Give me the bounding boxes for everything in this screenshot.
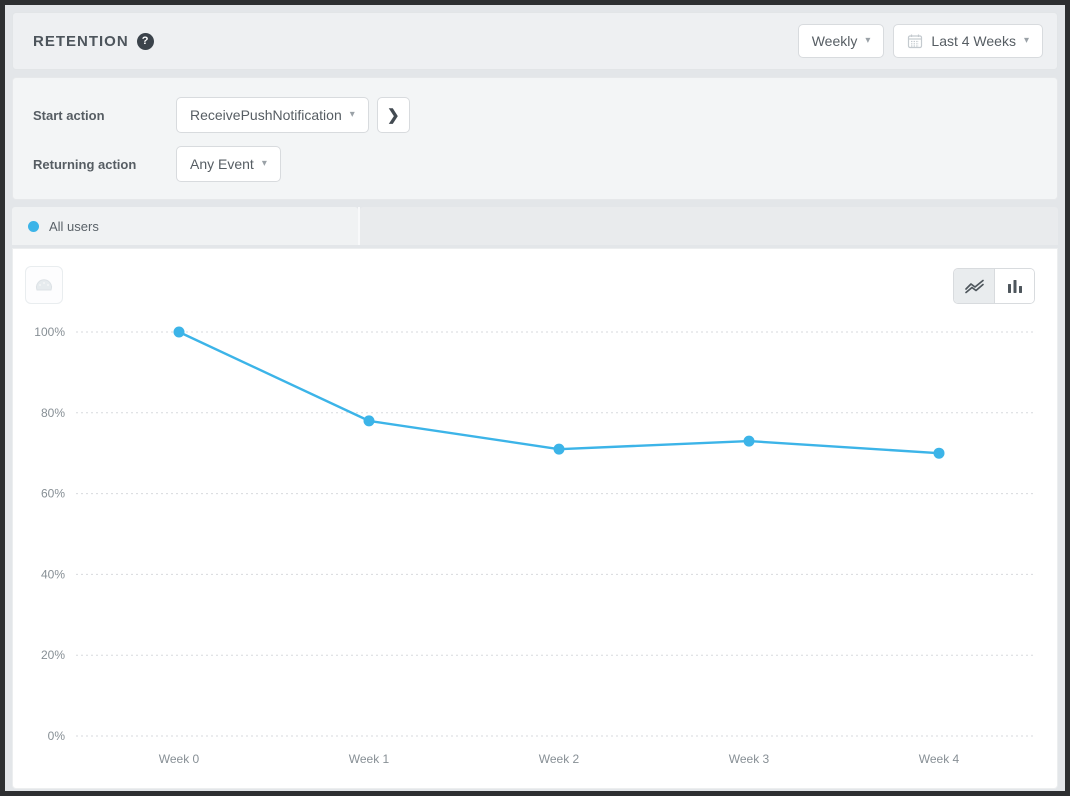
retention-report-window: RETENTION ? Weekly ▾ Last 4 Weeks ▾ Star… <box>0 0 1070 796</box>
data-point-week-0[interactable] <box>174 327 185 338</box>
bar-chart-icon <box>1007 278 1023 294</box>
returning-action-dropdown[interactable]: Any Event ▾ <box>176 146 281 182</box>
tab-all-users[interactable]: All users <box>12 207 358 245</box>
y-axis-tick-label: 0% <box>48 729 66 743</box>
y-axis-tick-label: 40% <box>41 567 65 581</box>
x-axis-tick-label: Week 2 <box>539 752 580 766</box>
x-axis-tick-label: Week 0 <box>159 752 200 766</box>
tab-bar-empty-area <box>360 207 1058 245</box>
date-range-dropdown[interactable]: Last 4 Weeks ▾ <box>893 24 1043 58</box>
granularity-dropdown[interactable]: Weekly ▾ <box>798 24 885 58</box>
y-axis-tick-label: 60% <box>41 487 65 501</box>
line-chart-toggle-button[interactable] <box>954 269 994 303</box>
data-point-week-4[interactable] <box>934 448 945 459</box>
x-axis-tick-label: Week 4 <box>919 752 960 766</box>
gauge-icon <box>34 276 54 294</box>
next-step-button[interactable]: ❯ <box>377 97 410 133</box>
granularity-value: Weekly <box>812 33 858 49</box>
returning-action-row: Returning action Any Event ▾ <box>33 146 1057 182</box>
chevron-down-icon: ▾ <box>350 110 355 120</box>
tab-all-users-label: All users <box>49 219 99 234</box>
page-title: RETENTION <box>33 33 129 50</box>
start-action-row: Start action ReceivePushNotification ▾ ❯ <box>33 97 1057 133</box>
chevron-down-icon: ▾ <box>262 159 267 169</box>
report-header: RETENTION ? Weekly ▾ Last 4 Weeks ▾ <box>12 12 1058 70</box>
calendar-icon <box>907 33 923 49</box>
start-action-value: ReceivePushNotification <box>190 107 342 123</box>
date-range-value: Last 4 Weeks <box>931 33 1016 49</box>
returning-action-value: Any Event <box>190 156 254 172</box>
chevron-down-icon: ▾ <box>1024 36 1029 46</box>
chart-type-toggle <box>953 268 1035 304</box>
x-axis-tick-label: Week 3 <box>729 752 770 766</box>
series-color-dot <box>28 221 39 232</box>
start-action-label: Start action <box>33 108 176 123</box>
retention-line-chart: 100% 80% 60% 40% 20% 0% Week 0 Week 1 Week 2 Week… <box>13 249 1059 790</box>
bar-chart-toggle-button[interactable] <box>994 269 1034 303</box>
help-icon[interactable]: ? <box>137 33 154 50</box>
retention-series-line <box>179 332 939 453</box>
y-axis-tick-label: 80% <box>41 406 65 420</box>
x-axis-tick-label: Week 1 <box>349 752 390 766</box>
returning-action-label: Returning action <box>33 157 176 172</box>
y-axis-tick-label: 20% <box>41 648 65 662</box>
data-point-week-2[interactable] <box>554 444 565 455</box>
filter-panel: Start action ReceivePushNotification ▾ ❯… <box>12 77 1058 200</box>
chevron-down-icon: ▾ <box>865 36 870 46</box>
start-action-dropdown[interactable]: ReceivePushNotification ▾ <box>176 97 369 133</box>
data-point-week-3[interactable] <box>744 436 755 447</box>
line-chart-icon <box>964 278 985 294</box>
chart-panel: 100% 80% 60% 40% 20% 0% Week 0 Week 1 Week 2 Week… <box>12 248 1058 789</box>
segment-tab-bar: All users <box>12 207 1058 245</box>
y-axis-tick-label: 100% <box>34 325 65 339</box>
chart-meta-button[interactable] <box>25 266 63 304</box>
chevron-right-icon: ❯ <box>387 106 400 124</box>
data-point-week-1[interactable] <box>364 415 375 426</box>
